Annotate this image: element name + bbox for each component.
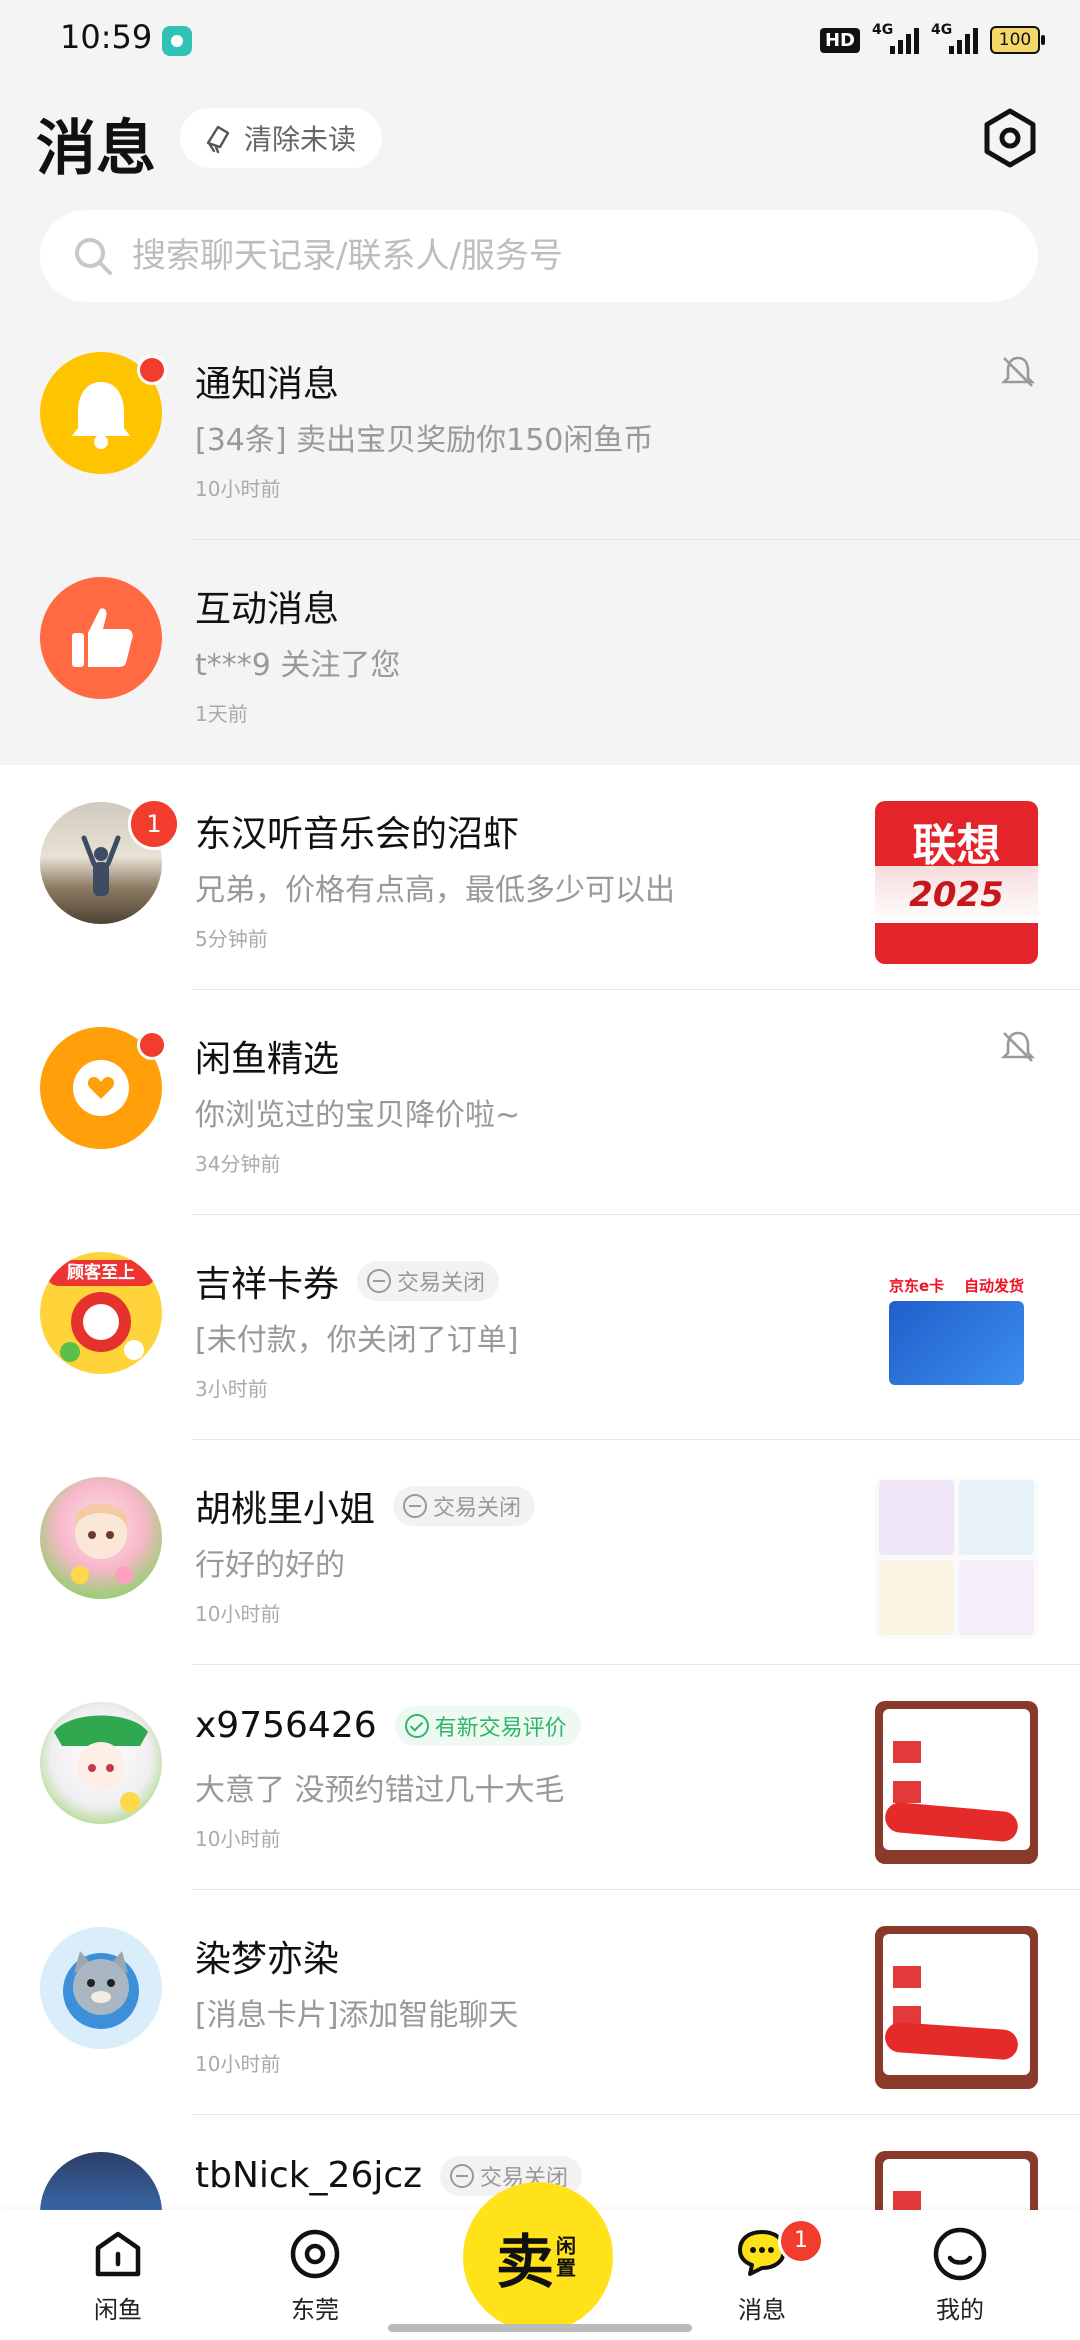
mascot-avatar: 顾客至上 (40, 1252, 162, 1374)
signal-label-2: 4G (931, 22, 953, 38)
signal-label: 4G (872, 22, 894, 38)
nav-messages-label: 消息 (738, 2296, 786, 2324)
review-tag: 有新交易评价 (394, 1705, 581, 1746)
thumbs-up-icon (40, 577, 162, 699)
item-thumbnail[interactable]: 京东e卡 自动发货 (875, 1251, 1038, 1414)
nav-location[interactable]: 东莞 (255, 2222, 375, 2325)
nav-home-label: 闲鱼 (94, 2296, 142, 2324)
avatar-text: 顾客至上 (46, 1260, 156, 1286)
item-thumbnail[interactable] (875, 1701, 1038, 1864)
conversation-time: 10小时前 (195, 2052, 281, 2076)
sell-label: 卖 (495, 2228, 554, 2296)
profile-icon (933, 2227, 987, 2281)
conversation-row[interactable]: 顾客至上 吉祥卡券 交易关闭 [未付款，你关闭了订单] 3小时前 京东e卡 自动… (0, 1215, 1080, 1440)
mute-bell-icon (1000, 356, 1036, 387)
settings-icon[interactable] (978, 106, 1042, 170)
unread-badge: 1 (128, 798, 180, 850)
clear-unread-label: 清除未读 (244, 123, 357, 156)
clear-unread-button[interactable]: 清除未读 (180, 108, 383, 168)
conversation-time: 5分钟前 (195, 927, 268, 951)
conversation-preview: t***9 关注了您 (195, 648, 401, 683)
conversation-preview: [34条] 卖出宝贝奖励你150闲鱼币 (195, 423, 654, 458)
thumbnail-year-text: 2025 (909, 875, 1004, 915)
thumbnail-label: 自动发货 (963, 1277, 1024, 1295)
signal-icon: 4G (872, 22, 919, 54)
conversation-name: 东汉听音乐会的沼虾 (195, 814, 520, 855)
status-tag: 交易关闭 (393, 1486, 536, 1526)
check-circle-icon (404, 1713, 429, 1738)
mute-bell-icon (1000, 1031, 1036, 1062)
conversation-preview: 大意了 没预约错过几十大毛 (195, 1773, 565, 1808)
search-bar[interactable] (40, 210, 1038, 302)
conversation-row[interactable]: 胡桃里小姐 交易关闭 行好的好的 10小时前 (0, 1440, 1080, 1665)
conversation-preview: 行好的好的 (195, 1548, 345, 1583)
unread-dot (137, 355, 167, 385)
closed-icon (450, 2163, 475, 2188)
item-thumbnail[interactable]: 联想 2025 (875, 801, 1038, 964)
conversation-name: 互动消息 (195, 589, 340, 630)
home-indicator[interactable] (388, 2324, 692, 2332)
conversation-row[interactable]: 互动消息 t***9 关注了您 1天前 (0, 540, 1080, 765)
closed-icon (403, 1494, 428, 1518)
conversation-row[interactable]: 1 东汉听音乐会的沼虾 兄弟，价格有点高，最低多少可以出 5分钟前 联想 202… (0, 765, 1080, 990)
conversation-name: x9756426 有新交易评价 (195, 1705, 581, 1746)
conversation-preview: [消息卡片]添加智能聊天 (195, 1998, 519, 2033)
conversation-row[interactable]: 通知消息 [34条] 卖出宝贝奖励你150闲鱼币 10小时前 (0, 315, 1080, 540)
home-icon (95, 2231, 141, 2277)
cat-avatar (40, 1927, 162, 2049)
conversation-preview: [未付款，你关闭了订单] (195, 1323, 519, 1358)
conversation-time: 34分钟前 (195, 1152, 281, 1176)
conversation-name: 染梦亦染 (195, 1939, 340, 1980)
conversation-name: 吉祥卡券 交易关闭 (195, 1255, 500, 1307)
anime-avatar (40, 1477, 162, 1599)
conversation-name: 通知消息 (195, 364, 340, 405)
unread-dot (137, 1030, 167, 1060)
nav-profile-label: 我的 (936, 2296, 984, 2324)
conversation-time: 10小时前 (195, 477, 281, 501)
broom-icon (206, 125, 230, 154)
conversation-time: 1天前 (195, 702, 248, 726)
status-tag: 交易关闭 (357, 1261, 500, 1301)
sell-button[interactable]: 卖 闲置 (463, 2182, 613, 2332)
conversation-time: 10小时前 (195, 1827, 281, 1851)
search-icon (75, 238, 112, 275)
conversation-name: 胡桃里小姐 交易关闭 (195, 1480, 536, 1532)
conversation-time: 10小时前 (195, 1602, 281, 1626)
app-notification-icon (162, 26, 192, 56)
conversation-preview: 你浏览过的宝贝降价啦~ (195, 1098, 521, 1133)
hd-icon: HD (819, 27, 860, 53)
nav-profile[interactable]: 我的 (900, 2222, 1020, 2325)
conversation-row[interactable]: 染梦亦染 [消息卡片]添加智能聊天 10小时前 (0, 1890, 1080, 2115)
page-title: 消息 (36, 114, 156, 184)
item-thumbnail[interactable] (875, 1476, 1038, 1639)
location-icon (290, 2229, 340, 2279)
conversation-row[interactable]: x9756426 有新交易评价 大意了 没预约错过几十大毛 10小时前 (0, 1665, 1080, 1890)
nav-location-label: 东莞 (291, 2296, 339, 2324)
item-thumbnail[interactable] (875, 1926, 1038, 2089)
status-indicators: HD 4G 4G 100 (819, 22, 1045, 58)
messages-badge: 1 (778, 2218, 824, 2264)
sell-sub-label: 闲置 (556, 2234, 576, 2280)
nav-home[interactable]: 闲鱼 (58, 2222, 178, 2325)
thumbnail-title: 京东e卡 (889, 1277, 945, 1295)
conversation-name: 闲鱼精选 (195, 1039, 340, 1080)
status-bar: 10:59 HD 4G 4G 100 (0, 0, 1080, 80)
conversation-time: 3小时前 (195, 1377, 268, 1401)
battery-icon: 100 (990, 26, 1045, 54)
conversation-list: 通知消息 [34条] 卖出宝贝奖励你150闲鱼币 10小时前 互动消息 t***… (0, 315, 1080, 2340)
thumbnail-brand-text: 联想 (912, 820, 1001, 871)
closed-icon (367, 1269, 392, 1293)
anime-avatar (40, 1702, 162, 1824)
status-time: 10:59 (60, 18, 153, 56)
conversation-row[interactable]: 闲鱼精选 你浏览过的宝贝降价啦~ 34分钟前 (0, 990, 1080, 1215)
search-input[interactable] (130, 235, 1038, 277)
conversation-preview: 兄弟，价格有点高，最低多少可以出 (195, 873, 675, 908)
signal-icon-2: 4G (931, 22, 978, 54)
